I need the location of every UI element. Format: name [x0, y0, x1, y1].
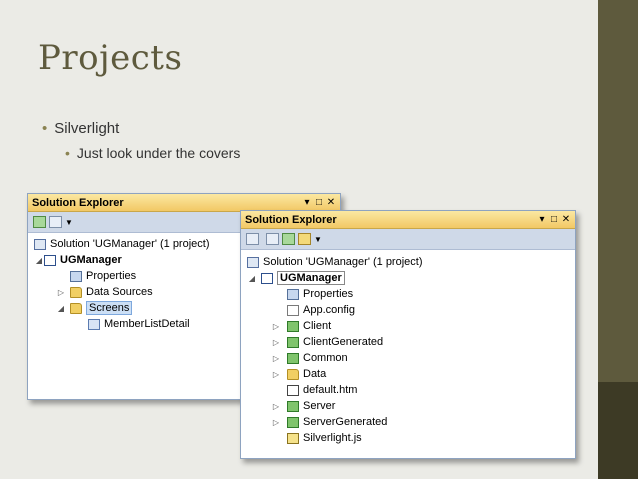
tree-item-label: Properties [303, 288, 354, 300]
bullet-dot: • [65, 145, 70, 161]
tree-item-properties[interactable]: Properties [243, 286, 573, 302]
tree-item-label: Data Sources [86, 286, 153, 298]
panel-toolbar: ▼ [241, 229, 575, 250]
screen-icon [88, 318, 100, 330]
tree-item-client-generated[interactable]: ▷ ClientGenerated [243, 334, 573, 350]
tree-item-silverlight-js[interactable]: Silverlight.js [243, 430, 573, 446]
solution-explorer-right: Solution Explorer ▾ □ ✕ ▼ Solution 'UGMa… [240, 210, 576, 459]
tree-item-label: MemberListDetail [104, 318, 190, 330]
tree-item-label: ClientGenerated [303, 336, 384, 348]
tree-item-label: Common [303, 352, 348, 364]
tree-item-label: UGManager [277, 271, 345, 285]
tree-item-label: App.config [303, 304, 355, 316]
properties-icon [287, 288, 299, 300]
web-file-icon [287, 384, 299, 396]
tree-item-label: Solution 'UGManager' (1 project) [263, 256, 423, 268]
expand-icon[interactable]: ▷ [271, 402, 281, 411]
close-icon[interactable]: ✕ [561, 214, 571, 225]
dropdown-icon[interactable]: ▾ [537, 214, 547, 225]
chevron-down-icon[interactable]: ▼ [65, 218, 73, 227]
view-icon[interactable] [49, 216, 62, 228]
tree-item-client[interactable]: ▷ Client [243, 318, 573, 334]
tree-item-label: Client [303, 320, 332, 332]
panel-title: Solution Explorer [245, 213, 337, 226]
expand-icon[interactable]: ▷ [271, 338, 281, 347]
csharp-project-icon [287, 352, 299, 364]
solution-icon [34, 238, 46, 250]
bullet-text: Silverlight [54, 120, 120, 137]
expand-icon[interactable]: ▷ [56, 288, 66, 297]
right-accent-block [598, 382, 638, 479]
tree-item-label: UGManager [60, 254, 122, 266]
collapse-icon[interactable]: ◢ [56, 304, 66, 313]
show-all-files-icon[interactable] [266, 233, 279, 245]
expand-icon[interactable]: ▷ [271, 354, 281, 363]
bullet-level-1: • Silverlight [42, 120, 119, 137]
maximize-icon[interactable]: □ [314, 197, 324, 208]
csharp-project-icon [287, 336, 299, 348]
project-icon [44, 254, 56, 266]
solution-icon [247, 256, 259, 268]
tree-item-label: Silverlight.js [303, 432, 362, 444]
tree-item-label: Screens [86, 301, 133, 315]
tree-item-server-generated[interactable]: ▷ ServerGenerated [243, 414, 573, 430]
bullet-level-2: • Just look under the covers [65, 145, 240, 161]
tree-item-default-htm[interactable]: default.htm [243, 382, 573, 398]
solution-tree: Solution 'UGManager' (1 project) ◢ UGMan… [241, 250, 575, 449]
slide-title: Projects [38, 38, 183, 78]
collapse-icon[interactable]: ◢ [34, 256, 44, 265]
project-icon [261, 272, 273, 284]
maximize-icon[interactable]: □ [549, 214, 559, 225]
expand-icon[interactable]: ▷ [271, 370, 281, 379]
csharp-project-icon [287, 416, 299, 428]
bullet-text: Just look under the covers [76, 145, 241, 161]
properties-icon [70, 270, 82, 282]
tree-item-server[interactable]: ▷ Server [243, 398, 573, 414]
refresh-icon[interactable] [33, 216, 46, 228]
js-file-icon [287, 432, 299, 444]
chevron-down-icon[interactable]: ▼ [314, 235, 322, 244]
bullet-dot: • [42, 120, 48, 137]
csharp-project-icon [287, 320, 299, 332]
view-icon[interactable] [298, 233, 311, 245]
properties-icon[interactable] [246, 233, 259, 245]
refresh-icon[interactable] [282, 233, 295, 245]
folder-icon [70, 302, 82, 314]
config-icon [287, 304, 299, 316]
folder-icon [287, 368, 299, 380]
csharp-project-icon [287, 400, 299, 412]
tree-item-solution[interactable]: Solution 'UGManager' (1 project) [243, 254, 573, 270]
tree-item-data[interactable]: ▷ Data [243, 366, 573, 382]
tree-item-label: default.htm [303, 384, 358, 396]
close-icon[interactable]: ✕ [326, 197, 336, 208]
collapse-icon[interactable]: ◢ [247, 274, 257, 283]
panel-titlebar: Solution Explorer ▾ □ ✕ [241, 211, 575, 229]
tree-item-label: ServerGenerated [303, 416, 388, 428]
panel-title: Solution Explorer [32, 196, 124, 209]
tree-item-label: Server [303, 400, 336, 412]
tree-item-label: Solution 'UGManager' (1 project) [50, 238, 210, 250]
dropdown-icon[interactable]: ▾ [302, 197, 312, 208]
tree-item-app-config[interactable]: App.config [243, 302, 573, 318]
tree-item-common[interactable]: ▷ Common [243, 350, 573, 366]
folder-icon [70, 286, 82, 298]
tree-item-label: Data [303, 368, 327, 380]
expand-icon[interactable]: ▷ [271, 418, 281, 427]
tree-item-project[interactable]: ◢ UGManager [243, 270, 573, 286]
expand-icon[interactable]: ▷ [271, 322, 281, 331]
tree-item-label: Properties [86, 270, 137, 282]
